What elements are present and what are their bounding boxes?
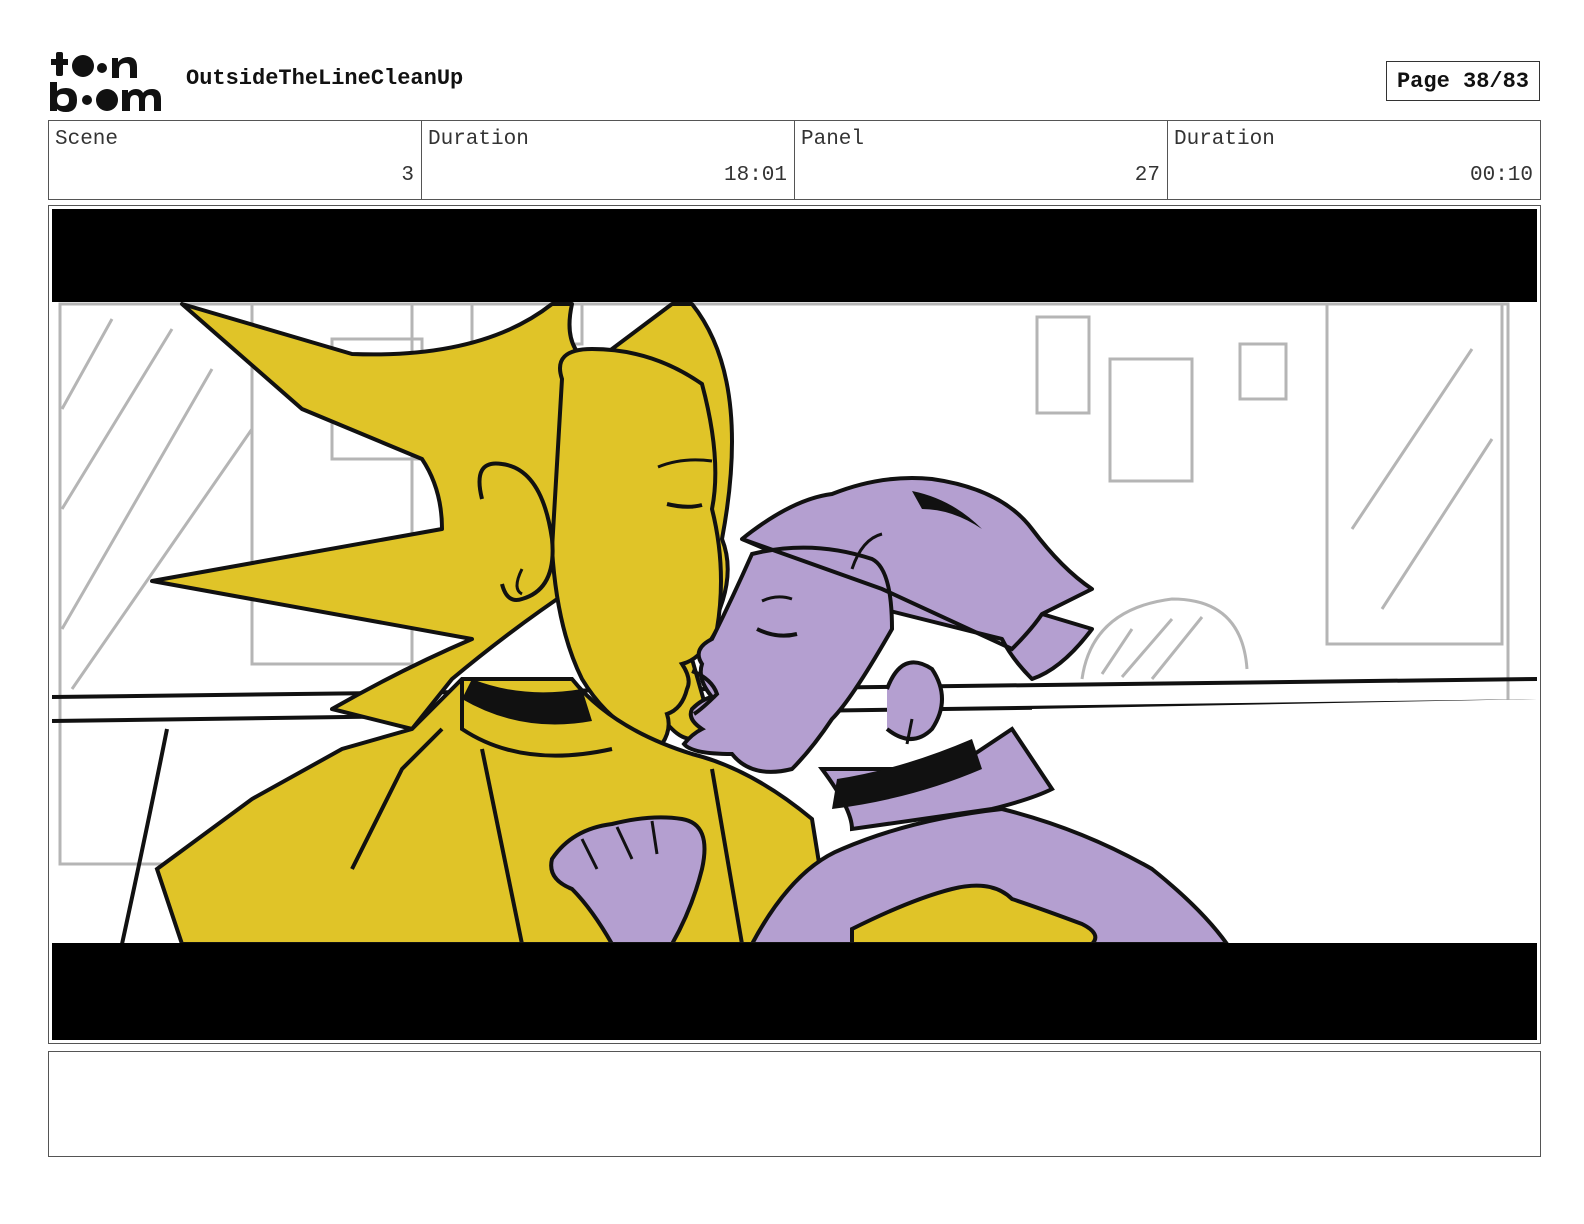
- toonboom-logo-icon: [50, 52, 161, 112]
- panel-label: Panel: [801, 128, 865, 151]
- storyboard-drawing-icon: [52, 209, 1537, 1040]
- scene-duration-cell: Duration 18:01: [422, 121, 795, 199]
- scene-label: Scene: [55, 128, 119, 151]
- scene-duration-label: Duration: [428, 128, 529, 151]
- panel-duration-value: 00:10: [1469, 164, 1533, 187]
- project-title: OutsideTheLineCleanUp: [186, 66, 464, 91]
- scene-value: 3: [401, 164, 414, 187]
- panel-duration-label: Duration: [1174, 128, 1275, 151]
- panel-duration-cell: Duration 00:10: [1168, 121, 1540, 199]
- scene-duration-value: 18:01: [723, 164, 787, 187]
- letterbox-top: [52, 209, 1537, 302]
- letterbox-bottom: [52, 943, 1537, 1040]
- toonboom-logo: [50, 50, 166, 112]
- scene-cell: Scene 3: [49, 121, 422, 199]
- panel-cell: Panel 27: [795, 121, 1168, 199]
- panel-notes-box: [48, 1051, 1541, 1157]
- panel-value: 27: [1134, 164, 1160, 187]
- storyboard-panel-image: [52, 209, 1537, 1040]
- scene-info-table: Scene 3 Duration 18:01 Panel 27 Duration…: [48, 120, 1541, 200]
- page-indicator: Page 38/83: [1386, 61, 1540, 101]
